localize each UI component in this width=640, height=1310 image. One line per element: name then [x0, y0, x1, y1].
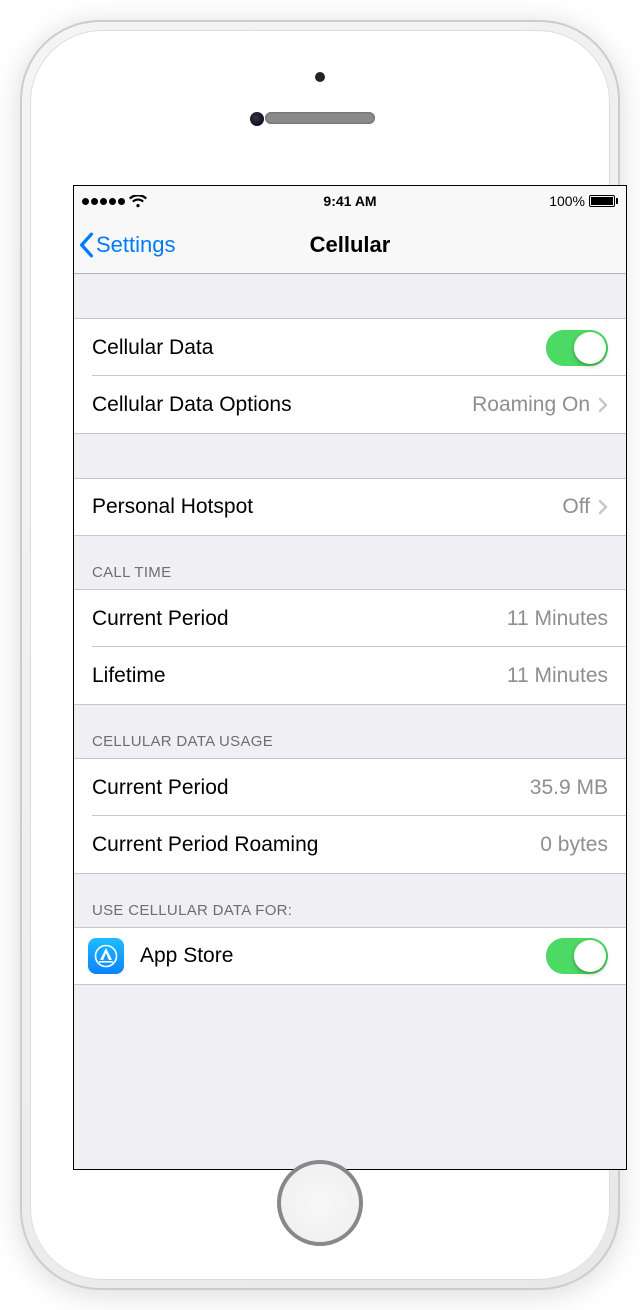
status-bar: 9:41 AM 100% [74, 186, 626, 216]
back-label: Settings [96, 232, 176, 258]
call-time-header: CALL TIME [74, 536, 626, 589]
cellular-data-row[interactable]: Cellular Data [74, 318, 626, 376]
data-usage-current-label: Current Period [92, 776, 530, 800]
battery-icon [589, 195, 618, 207]
app-store-icon [88, 938, 124, 974]
personal-hotspot-value: Off [562, 495, 590, 519]
signal-strength-icon [82, 198, 125, 205]
wifi-icon [129, 195, 147, 208]
iphone-bezel: 9:41 AM 100% Settings Cellular [30, 30, 610, 1280]
cellular-data-toggle[interactable] [546, 330, 608, 366]
chevron-right-icon [598, 397, 608, 413]
cellular-data-options-value: Roaming On [472, 393, 590, 417]
call-time-lifetime-label: Lifetime [92, 664, 507, 688]
call-time-lifetime-value: 11 Minutes [507, 664, 608, 688]
iphone-frame: 9:41 AM 100% Settings Cellular [20, 20, 620, 1290]
data-usage-roaming-label: Current Period Roaming [92, 833, 540, 857]
data-usage-current-row: Current Period 35.9 MB [74, 758, 626, 816]
data-usage-current-value: 35.9 MB [530, 776, 608, 800]
nav-bar: Settings Cellular [74, 216, 626, 274]
proximity-sensor [315, 72, 325, 82]
call-time-current-label: Current Period [92, 607, 507, 631]
app-store-label: App Store [140, 944, 546, 968]
cellular-data-options-label: Cellular Data Options [92, 393, 472, 417]
data-usage-header: CELLULAR DATA USAGE [74, 705, 626, 758]
screen: 9:41 AM 100% Settings Cellular [73, 185, 627, 1170]
chevron-left-icon [78, 232, 94, 258]
personal-hotspot-row[interactable]: Personal Hotspot Off [74, 478, 626, 536]
call-time-lifetime-row: Lifetime 11 Minutes [74, 647, 626, 705]
cellular-data-label: Cellular Data [92, 336, 546, 360]
call-time-current-row: Current Period 11 Minutes [74, 589, 626, 647]
app-store-row[interactable]: App Store [74, 927, 626, 985]
battery-percent: 100% [549, 193, 585, 209]
chevron-right-icon [598, 499, 608, 515]
data-usage-roaming-row: Current Period Roaming 0 bytes [74, 816, 626, 874]
back-button[interactable]: Settings [74, 232, 176, 258]
use-data-for-header: USE CELLULAR DATA FOR: [74, 874, 626, 927]
front-camera [250, 112, 264, 126]
earpiece-speaker [265, 112, 375, 124]
home-button[interactable] [277, 1160, 363, 1246]
call-time-current-value: 11 Minutes [507, 607, 608, 631]
app-store-toggle[interactable] [546, 938, 608, 974]
status-time: 9:41 AM [323, 193, 376, 209]
personal-hotspot-label: Personal Hotspot [92, 495, 562, 519]
data-usage-roaming-value: 0 bytes [540, 833, 608, 857]
cellular-data-options-row[interactable]: Cellular Data Options Roaming On [74, 376, 626, 434]
